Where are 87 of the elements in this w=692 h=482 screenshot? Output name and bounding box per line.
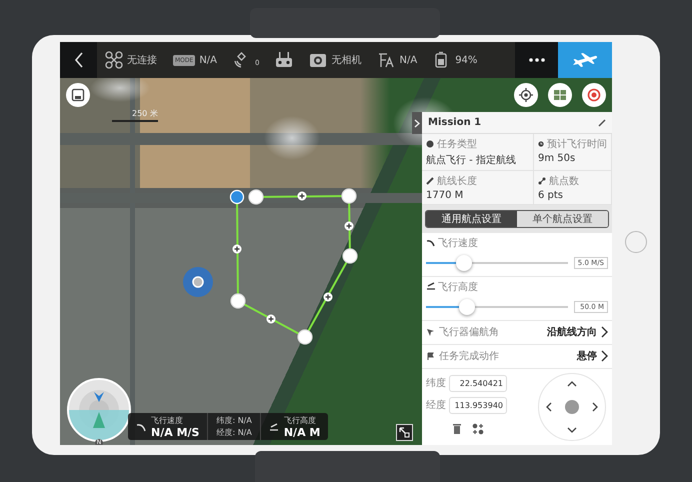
coordinate-label: 纬度 — [426, 376, 446, 390]
chevron-right-icon[interactable] — [591, 402, 599, 412]
longitude-text: 经度: N/A — [216, 426, 252, 438]
more-button[interactable] — [515, 42, 558, 78]
chevron-down-icon[interactable] — [567, 426, 577, 434]
info-label: 航点数 — [549, 174, 579, 188]
save-icon — [71, 88, 85, 102]
info-value: 6 pts — [538, 190, 564, 202]
altitude-icon — [268, 422, 279, 432]
waypoint-marker[interactable] — [341, 188, 357, 204]
info-label: 任务类型 — [437, 138, 477, 152]
add-waypoint-icon[interactable] — [324, 292, 332, 302]
option-label: 飞行器偏航角 — [439, 326, 499, 340]
waypoint-marker[interactable] — [248, 189, 264, 205]
add-waypoint-icon[interactable] — [344, 222, 354, 230]
add-waypoint-icon[interactable] — [266, 314, 276, 324]
status-text: N/A — [399, 54, 418, 66]
info-value: 9m 50s — [538, 153, 576, 164]
info-value: 1770 M — [426, 190, 464, 202]
coordinate-field[interactable]: 113.953940 — [449, 396, 507, 414]
takeoff-button[interactable] — [558, 42, 612, 78]
compass-radar-drawing — [67, 378, 131, 442]
remote-controller-icon — [275, 51, 294, 69]
status-text: N/A — [199, 54, 218, 66]
status-text: 无连接 — [127, 54, 157, 67]
chevron-right-icon — [601, 350, 608, 362]
waypoints-icon — [538, 177, 546, 186]
scale-bar: 250 米 — [112, 108, 158, 122]
speed-value: N/A M/S — [151, 426, 200, 438]
waypoint-marker[interactable] — [297, 329, 313, 345]
altitude-value: N/A M — [284, 426, 320, 438]
info-label: 航线长度 — [437, 174, 477, 188]
target-icon — [587, 88, 601, 102]
dots-plus-icon — [472, 422, 484, 435]
crosshair-icon — [519, 88, 533, 102]
status-text: 94% — [455, 54, 478, 66]
aircraft-location-marker — [183, 267, 213, 297]
option-row[interactable]: 任务完成动作 悬停 — [422, 344, 612, 369]
expand-icon — [399, 427, 410, 438]
slider-label: 飞行高度 — [438, 280, 478, 294]
chevron-left-icon[interactable] — [545, 402, 553, 412]
add-waypoint-icon[interactable] — [232, 244, 242, 254]
chevron-right-icon — [601, 326, 608, 338]
info-value: 航点飞行 - 指定航线 — [426, 154, 517, 168]
trash-icon — [452, 422, 462, 435]
speed-label: 飞行速度 — [151, 414, 184, 426]
waypoint-marker[interactable] — [342, 248, 358, 264]
drone-icon — [105, 51, 123, 69]
altitude-label: 飞行高度 — [284, 414, 317, 426]
fullscreen-button[interactable] — [396, 424, 413, 441]
option-label: 任务完成动作 — [439, 350, 499, 364]
coordinate-field[interactable]: 22.540421 — [449, 374, 507, 392]
slider-thumb[interactable] — [459, 298, 476, 315]
back-button[interactable] — [60, 42, 97, 78]
airplane-icon — [572, 51, 598, 69]
center-dot-icon[interactable] — [565, 400, 579, 414]
camera-icon — [309, 51, 328, 69]
delete-button[interactable] — [452, 422, 462, 435]
chevron-right-icon — [414, 118, 420, 128]
speed-icon — [136, 422, 146, 432]
settings-tab[interactable]: 单个航点设置 — [517, 211, 608, 227]
status-text: 无相机 — [331, 54, 362, 67]
collapse-panel-button[interactable] — [412, 112, 422, 134]
speed-icon — [426, 238, 435, 248]
back-icon — [74, 52, 84, 68]
mission-title: Mission 1 — [428, 117, 482, 128]
slider-label: 飞行速度 — [438, 236, 478, 250]
clock-icon — [538, 140, 544, 148]
coordinate-label: 经度 — [426, 398, 446, 412]
map-icon — [553, 88, 567, 102]
option-value: 沿航线方向 — [547, 325, 597, 340]
slider-thumb[interactable] — [456, 254, 472, 271]
more-icon — [528, 58, 544, 62]
info-label: 预计飞行时间 — [547, 138, 607, 152]
add-points-button[interactable] — [472, 422, 484, 435]
flag-icon — [426, 352, 435, 361]
waypoint-marker[interactable] — [230, 293, 246, 309]
add-waypoint-icon[interactable] — [298, 192, 306, 200]
chevron-up-icon[interactable] — [567, 380, 577, 388]
altitude-icon — [426, 282, 435, 292]
option-value: 悬停 — [577, 350, 597, 364]
latitude-text: 纬度: N/A — [216, 414, 252, 426]
pencil-icon — [598, 118, 606, 127]
option-row[interactable]: 飞行器偏航角 沿航线方向 — [422, 320, 612, 345]
edit-button[interactable] — [598, 118, 606, 127]
heading-arrow-icon — [426, 328, 435, 337]
settings-tab[interactable]: 通用航点设置 — [426, 211, 517, 227]
